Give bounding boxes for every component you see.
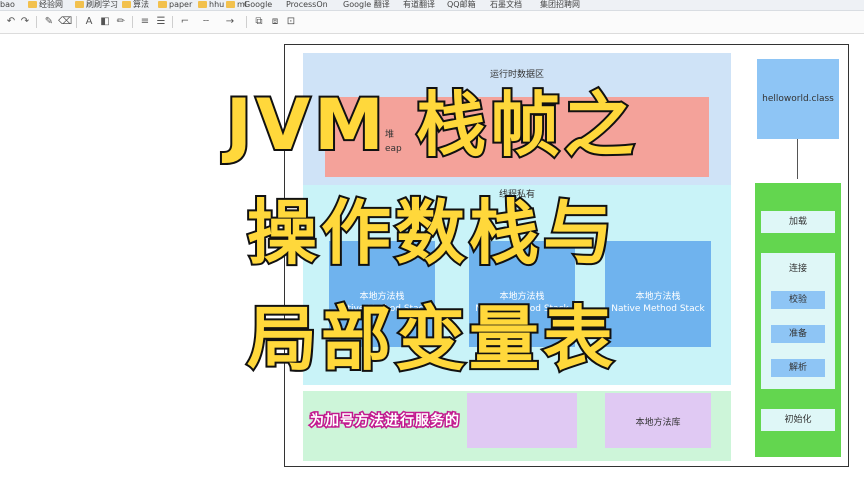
loader-step-init[interactable]: 初始化 — [761, 409, 835, 431]
bookmark-item[interactable]: 集团招聘网 — [540, 0, 580, 10]
title-line-3: 局部变量表 — [245, 296, 617, 382]
folder-icon — [198, 1, 207, 8]
native-lib-label: 本地方法库 — [635, 418, 681, 428]
toolbar-divider — [132, 16, 133, 28]
bookmark-item[interactable]: 算法 — [122, 0, 149, 10]
folder-icon — [158, 1, 167, 8]
native-interface-block[interactable] — [467, 393, 577, 448]
connector-icon[interactable]: ⌐ — [178, 15, 192, 29]
bookmark-item[interactable]: QQ邮箱 — [447, 0, 476, 10]
format-painter-icon[interactable]: ✎ — [42, 15, 56, 29]
text-color-icon[interactable]: A — [82, 15, 96, 29]
folder-icon — [75, 1, 84, 8]
folder-icon — [122, 1, 131, 8]
bookmark-label: Google — [244, 0, 273, 9]
align-icon[interactable]: ≡ — [138, 15, 152, 29]
toolbar-divider — [76, 16, 77, 28]
lock-icon[interactable]: ⊡ — [284, 15, 298, 29]
bookmark-label: 集团招聘网 — [540, 0, 580, 9]
bookmark-label: paper — [169, 0, 193, 9]
arrow-style-icon[interactable]: → — [220, 15, 240, 29]
redo-icon[interactable]: ↷ — [18, 15, 32, 29]
title-line-2: 操作数栈与 — [245, 190, 617, 276]
bookmark-label: Google 翻译 — [343, 0, 390, 9]
bookmark-label: 经验网 — [39, 0, 63, 9]
folder-icon — [226, 1, 235, 8]
bookmark-item[interactable]: Google 翻译 — [343, 0, 390, 10]
bookmark-item[interactable]: 刷刷学习 — [75, 0, 118, 10]
video-subtitle: 为加号方法进行服务的 — [309, 412, 461, 431]
fill-color-icon[interactable]: ◧ — [98, 15, 112, 29]
bookmark-item[interactable]: 有道翻译 — [403, 0, 435, 10]
line-color-icon[interactable]: ✏ — [114, 15, 128, 29]
bookmark-label: QQ邮箱 — [447, 0, 476, 9]
bookmark-item[interactable]: ProcessOn — [286, 0, 328, 10]
bookmarks-bar: bao 经验网 刷刷学习 算法 paper hhu ml Google Proc… — [0, 0, 864, 11]
send-back-icon[interactable]: ⧈ — [268, 15, 282, 29]
title-line-1: JVM 栈帧之 — [224, 82, 639, 168]
bookmark-item[interactable]: Google — [244, 0, 272, 10]
toolbar-divider — [36, 16, 37, 28]
bookmark-item[interactable]: paper — [158, 0, 192, 10]
line-width-icon[interactable]: ☰ — [154, 15, 168, 29]
toolbar-divider — [172, 16, 173, 28]
bookmark-item[interactable]: 石墨文档 — [490, 0, 522, 10]
bookmark-label: 石墨文档 — [490, 0, 522, 9]
bring-front-icon[interactable]: ⧉ — [252, 15, 266, 29]
bookmark-item[interactable]: 经验网 — [28, 0, 63, 10]
runtime-area-label: 运行时数据区 — [489, 70, 544, 80]
bookmark-label: 刷刷学习 — [86, 0, 118, 9]
bookmark-label: 算法 — [133, 0, 149, 9]
folder-icon — [28, 1, 37, 8]
undo-icon[interactable]: ↶ — [4, 15, 18, 29]
line-style-icon[interactable]: ┄ — [196, 15, 216, 29]
clear-format-icon[interactable]: ⌫ — [58, 15, 72, 29]
bookmark-label: bao — [0, 0, 15, 9]
bookmark-label: ProcessOn — [286, 0, 328, 9]
bookmark-label: 有道翻译 — [403, 0, 435, 9]
toolbar-divider — [246, 16, 247, 28]
bookmark-label: hhu — [209, 0, 225, 9]
bookmark-item[interactable]: hhu — [198, 0, 224, 10]
native-lib-block[interactable]: 本地方法库 — [605, 393, 711, 448]
editor-toolbar: ↶ ↷ ✎ ⌫ A ◧ ✏ ≡ ☰ ⌐ ┄ → ⧉ ⧈ ⊡ — [0, 11, 864, 34]
bookmark-item[interactable]: bao — [0, 0, 15, 10]
